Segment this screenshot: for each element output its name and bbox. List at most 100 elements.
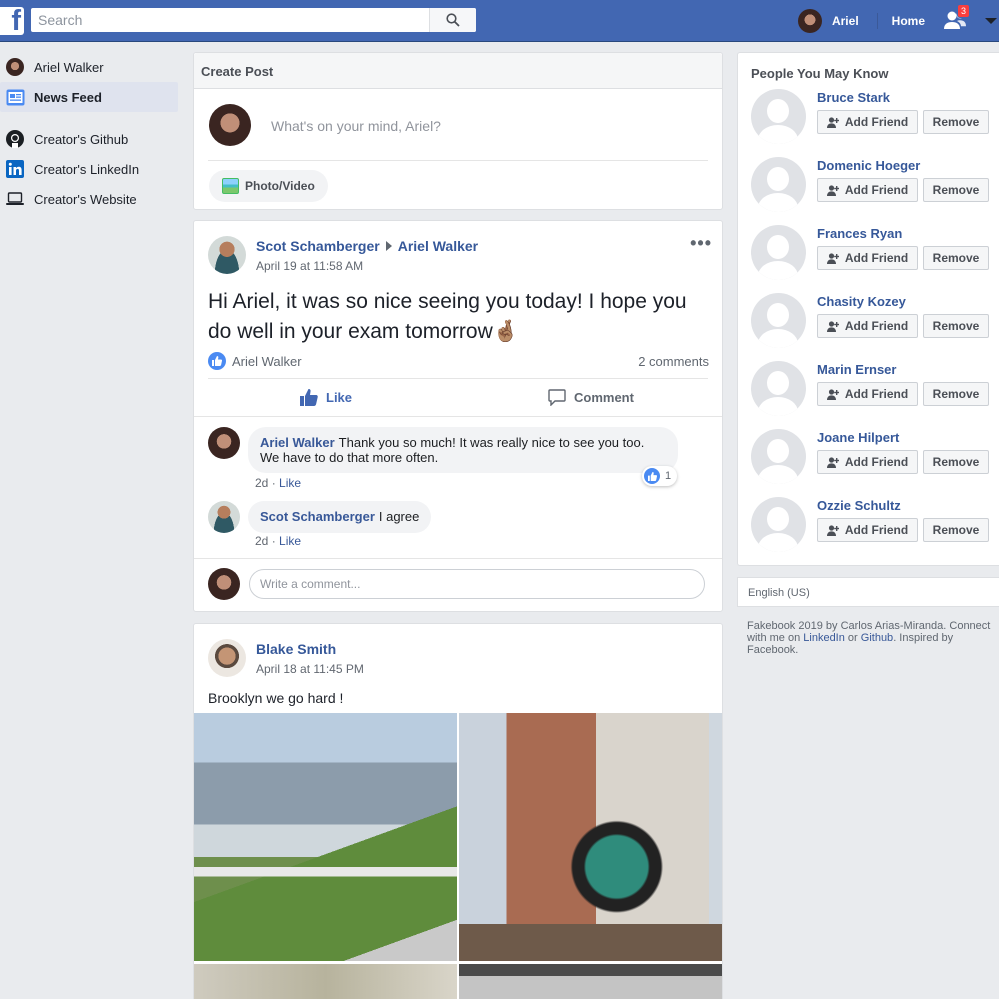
person-name-link[interactable]: Chasity Kozey bbox=[817, 294, 906, 309]
language-selector[interactable]: English (US) bbox=[737, 577, 999, 607]
post: Blake Smith April 18 at 11:45 PM Brookly… bbox=[193, 623, 723, 999]
sidebar-item-website[interactable]: Creator's Website bbox=[0, 184, 180, 214]
add-friend-label: Add Friend bbox=[844, 387, 909, 401]
person-name-link[interactable]: Frances Ryan bbox=[817, 226, 902, 241]
comment-author[interactable]: Ariel Walker bbox=[260, 435, 335, 450]
github-icon bbox=[5, 129, 25, 149]
top-right-nav: Ariel Home 3 bbox=[797, 0, 999, 42]
github-link[interactable]: Github bbox=[861, 632, 893, 644]
comment-bubble: Scot Schamberger I agree bbox=[248, 501, 432, 533]
avatar[interactable] bbox=[208, 427, 240, 459]
comment-author[interactable]: Scot Schamberger bbox=[260, 509, 375, 524]
post-timestamp[interactable]: April 19 at 11:58 AM bbox=[256, 259, 478, 273]
sidebar-item-profile[interactable]: Ariel Walker bbox=[0, 52, 180, 82]
post-timestamp[interactable]: April 18 at 11:45 PM bbox=[256, 662, 364, 676]
search-input[interactable] bbox=[31, 8, 429, 32]
avatar[interactable] bbox=[751, 89, 806, 144]
comment-input[interactable]: Write a comment... bbox=[249, 569, 705, 599]
add-friend-button[interactable]: Add Friend bbox=[817, 518, 918, 542]
write-comment-row: Write a comment... bbox=[208, 568, 705, 600]
avatar[interactable] bbox=[751, 293, 806, 348]
add-friend-label: Add Friend bbox=[844, 183, 909, 197]
avatar[interactable] bbox=[751, 157, 806, 212]
remove-button[interactable]: Remove bbox=[923, 314, 989, 338]
search-button[interactable] bbox=[429, 8, 476, 32]
chevron-down-icon[interactable] bbox=[985, 18, 997, 24]
add-friend-icon bbox=[826, 456, 839, 468]
avatar[interactable] bbox=[797, 9, 822, 33]
suggested-person: Marin Ernser Add Friend Remove bbox=[751, 361, 991, 417]
comment: Scot Schamberger I agree bbox=[208, 501, 432, 533]
add-friend-button[interactable]: Add Friend bbox=[817, 178, 918, 202]
comment-age[interactable]: 2d bbox=[255, 534, 268, 548]
comment-age[interactable]: 2d bbox=[255, 476, 268, 490]
reactions-summary[interactable]: Ariel Walker bbox=[208, 352, 302, 370]
suggested-person: Chasity Kozey Add Friend Remove bbox=[751, 293, 991, 349]
person-name-link[interactable]: Domenic Hoeger bbox=[817, 158, 920, 173]
like-label: Like bbox=[326, 390, 353, 405]
person-name-link[interactable]: Joane Hilpert bbox=[817, 430, 899, 445]
post-author-link[interactable]: Blake Smith bbox=[256, 641, 336, 657]
laptop-icon bbox=[5, 189, 25, 209]
post-photo[interactable] bbox=[194, 964, 457, 999]
comments-count-link[interactable]: 2 comments bbox=[638, 354, 709, 369]
comment-like-link[interactable]: Like bbox=[279, 476, 301, 490]
person-name-link[interactable]: Marin Ernser bbox=[817, 362, 896, 377]
friend-requests-button[interactable]: 3 bbox=[943, 4, 971, 32]
linkedin-link[interactable]: LinkedIn bbox=[803, 632, 845, 644]
liked-by-name: Ariel Walker bbox=[232, 353, 302, 369]
home-link[interactable]: Home bbox=[892, 14, 925, 28]
person-name-link[interactable]: Ozzie Schultz bbox=[817, 498, 901, 513]
avatar[interactable] bbox=[751, 429, 806, 484]
thumbs-up-icon bbox=[300, 389, 318, 406]
add-friend-icon bbox=[826, 524, 839, 536]
post-author-link[interactable]: Scot Schamberger bbox=[256, 238, 380, 254]
like-button[interactable]: Like bbox=[300, 389, 352, 406]
create-post-card: Create Post What's on your mind, Ariel? … bbox=[193, 52, 723, 210]
comment: Ariel Walker Thank you so much! It was re… bbox=[208, 427, 678, 473]
sidebar-item-label: Ariel Walker bbox=[34, 59, 104, 75]
add-friend-button[interactable]: Add Friend bbox=[817, 314, 918, 338]
avatar[interactable] bbox=[751, 361, 806, 416]
avatar[interactable] bbox=[208, 639, 246, 677]
remove-button[interactable]: Remove bbox=[923, 178, 989, 202]
divider bbox=[876, 13, 878, 29]
add-friend-button[interactable]: Add Friend bbox=[817, 450, 918, 474]
post-photo[interactable] bbox=[194, 713, 457, 961]
add-friend-button[interactable]: Add Friend bbox=[817, 110, 918, 134]
avatar[interactable] bbox=[751, 225, 806, 280]
comment-button[interactable]: Comment bbox=[548, 389, 634, 406]
post-photo[interactable] bbox=[459, 713, 722, 961]
profile-link[interactable]: Ariel bbox=[832, 14, 859, 28]
search-box bbox=[31, 8, 476, 32]
search-icon bbox=[446, 13, 460, 27]
sidebar-item-label: Creator's Github bbox=[34, 131, 129, 147]
remove-button[interactable]: Remove bbox=[923, 518, 989, 542]
add-friend-button[interactable]: Add Friend bbox=[817, 382, 918, 406]
more-options-icon[interactable]: ••• bbox=[690, 233, 712, 254]
facebook-logo[interactable]: f bbox=[0, 5, 24, 37]
post-target-link[interactable]: Ariel Walker bbox=[398, 238, 478, 254]
add-friend-icon bbox=[826, 116, 839, 128]
footer: Fakebook 2019 by Carlos Arias-Miranda. C… bbox=[747, 620, 997, 656]
left-sidebar: Ariel Walker News Feed Creator's Github … bbox=[0, 52, 180, 214]
avatar[interactable] bbox=[208, 501, 240, 533]
photo-video-button[interactable]: Photo/Video bbox=[209, 170, 328, 202]
people-you-may-know: People You May Know Bruce Stark Add Frien… bbox=[737, 52, 999, 566]
comment-reactions[interactable]: 1 bbox=[642, 466, 678, 486]
sidebar-item-github[interactable]: Creator's Github bbox=[0, 124, 180, 154]
add-friend-button[interactable]: Add Friend bbox=[817, 246, 918, 270]
sidebar-item-news-feed[interactable]: News Feed bbox=[0, 82, 178, 112]
remove-button[interactable]: Remove bbox=[923, 110, 989, 134]
suggested-person: Domenic Hoeger Add Friend Remove bbox=[751, 157, 991, 213]
comment-like-link[interactable]: Like bbox=[279, 534, 301, 548]
remove-button[interactable]: Remove bbox=[923, 246, 989, 270]
sidebar-item-linkedin[interactable]: Creator's LinkedIn bbox=[0, 154, 180, 184]
avatar[interactable] bbox=[751, 497, 806, 552]
post-photo[interactable] bbox=[459, 964, 722, 999]
remove-button[interactable]: Remove bbox=[923, 450, 989, 474]
remove-button[interactable]: Remove bbox=[923, 382, 989, 406]
avatar[interactable] bbox=[208, 236, 246, 274]
person-name-link[interactable]: Bruce Stark bbox=[817, 90, 890, 105]
post-composer-input[interactable]: What's on your mind, Ariel? bbox=[271, 118, 441, 134]
